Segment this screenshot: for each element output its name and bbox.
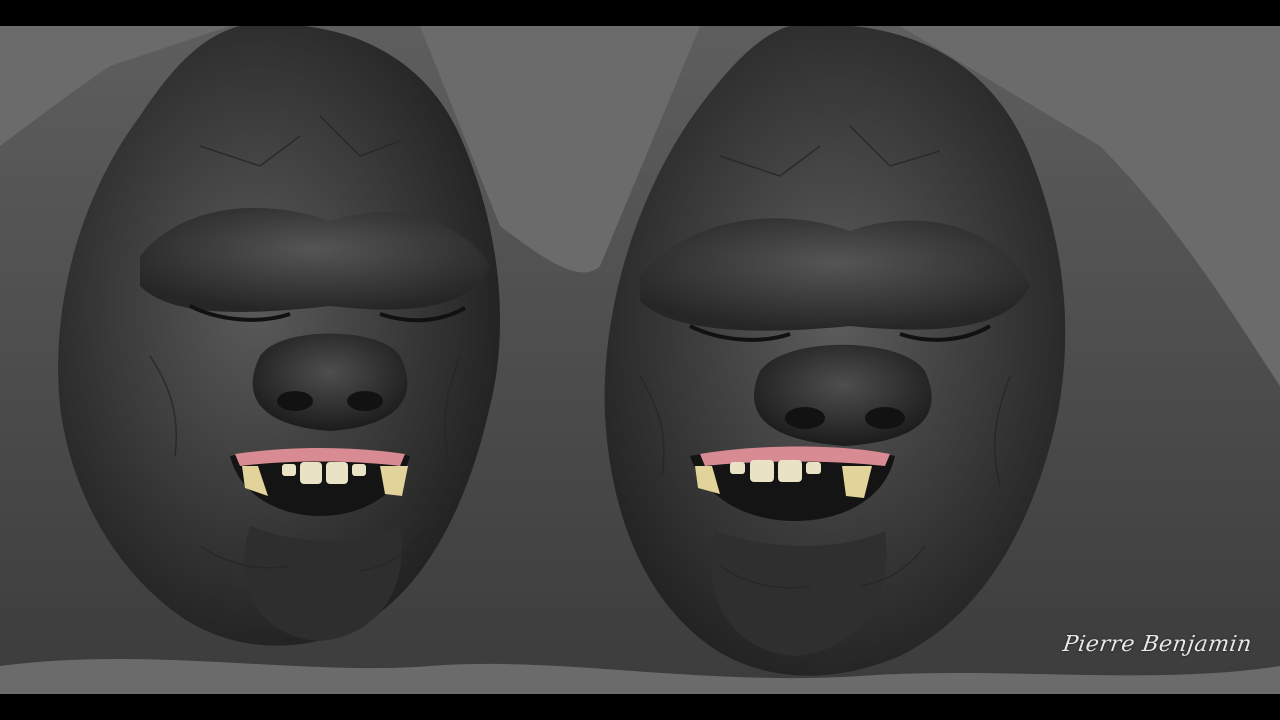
- letterbox-bottom-bar: [0, 694, 1280, 720]
- letterbox-top-bar: [0, 0, 1280, 26]
- video-frame: Pierre Benjamin: [0, 0, 1280, 720]
- sculpt-render: [0, 26, 1280, 694]
- artist-signature-watermark: Pierre Benjamin: [1061, 632, 1254, 657]
- render-viewport: Pierre Benjamin: [0, 26, 1280, 694]
